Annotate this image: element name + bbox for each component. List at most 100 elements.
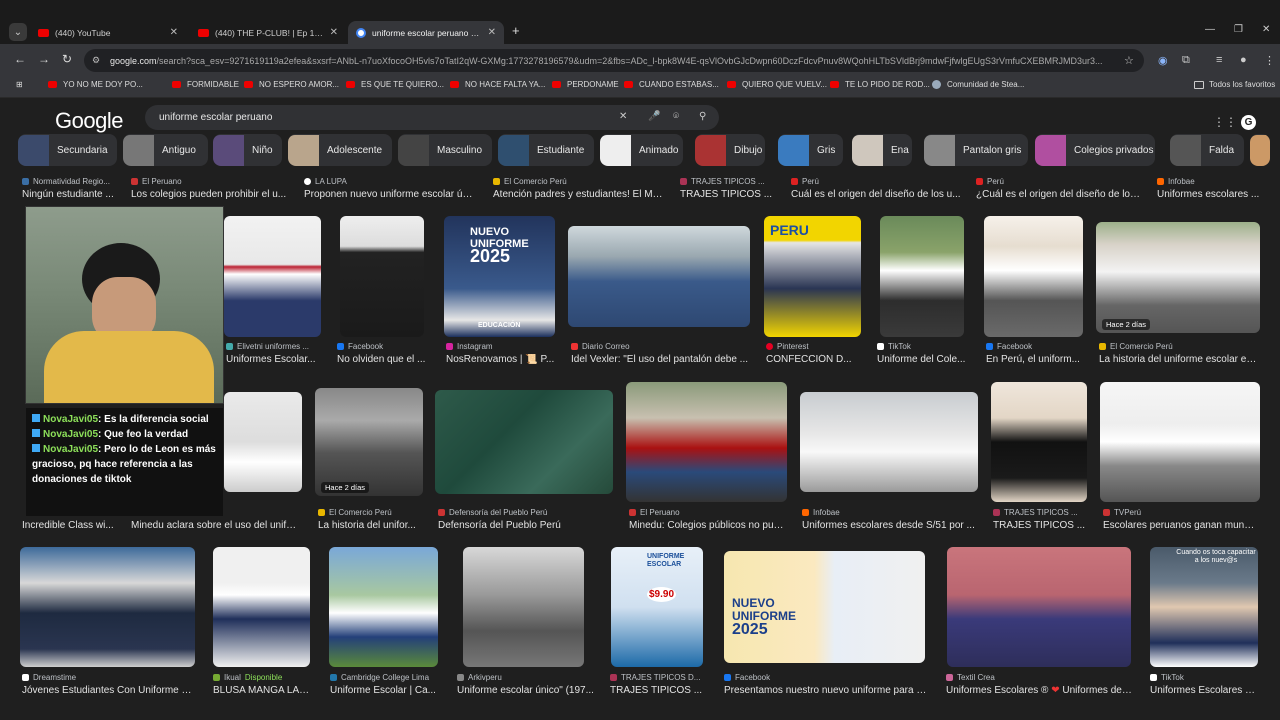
result-title[interactable]: TRAJES TIPICOS ... bbox=[993, 520, 1086, 531]
result-image[interactable] bbox=[340, 216, 424, 337]
menu-icon[interactable]: ⋮ bbox=[1264, 54, 1275, 67]
result-image[interactable] bbox=[947, 547, 1131, 667]
result-title[interactable]: Uniforme del Cole... bbox=[877, 354, 967, 365]
bookmark-star-icon[interactable]: ☆ bbox=[1124, 54, 1134, 67]
result-title[interactable]: En Perú, el uniform... bbox=[986, 354, 1084, 365]
result-title[interactable]: Los colegios pueden prohibir el u... bbox=[131, 189, 291, 200]
result-image[interactable]: Hace 2 días bbox=[1096, 222, 1260, 333]
chip-secundaria[interactable]: Secundaria bbox=[18, 134, 117, 166]
result-source[interactable]: Ikual Disponible bbox=[213, 673, 313, 682]
result-title[interactable]: Incredible Class wi... bbox=[22, 520, 122, 531]
result-title[interactable]: Uniformes Escolar... bbox=[226, 354, 321, 365]
result-source[interactable]: TikTok bbox=[877, 342, 967, 351]
result-source[interactable]: Pinterest bbox=[766, 342, 866, 351]
restore-icon[interactable]: ❐ bbox=[1234, 24, 1243, 35]
close-window-icon[interactable]: ✕ bbox=[1262, 24, 1270, 35]
result-title[interactable]: ¿Cuál es el origen del diseño de los... bbox=[976, 189, 1141, 200]
chip-falda[interactable]: Falda bbox=[1170, 134, 1244, 166]
media-icon[interactable]: ≡ bbox=[1216, 54, 1222, 66]
search-icon[interactable]: ⚲ bbox=[699, 111, 706, 122]
profile-icon[interactable]: ● bbox=[1240, 54, 1247, 66]
result-source[interactable]: TRAJES TIPICOS ... bbox=[993, 508, 1088, 517]
account-avatar[interactable]: G bbox=[1241, 115, 1256, 130]
result-source[interactable]: Perú bbox=[976, 177, 1146, 186]
result-source[interactable]: Facebook bbox=[724, 673, 924, 682]
chip-gris[interactable]: Gris bbox=[778, 134, 843, 166]
site-info-icon[interactable]: ⚙ bbox=[92, 55, 100, 66]
result-image[interactable] bbox=[626, 382, 787, 502]
bookmark-item[interactable]: CUANDO ESTABAS... bbox=[624, 80, 719, 89]
bookmark-item[interactable]: ES QUE TE QUIERO... bbox=[346, 80, 444, 89]
result-image[interactable] bbox=[1100, 382, 1260, 502]
result-image[interactable] bbox=[568, 226, 750, 327]
close-icon[interactable]: ✕ bbox=[330, 27, 338, 38]
result-source[interactable]: Elivetni uniformes ... bbox=[226, 342, 326, 351]
result-title[interactable]: Jóvenes Estudiantes Con Uniforme F... bbox=[22, 685, 192, 696]
chip-ena[interactable]: Ena bbox=[852, 134, 912, 166]
chip-dibujo[interactable]: Dibujo bbox=[695, 134, 765, 166]
result-image[interactable] bbox=[224, 216, 321, 337]
result-title[interactable]: Uniformes escolares ... bbox=[1157, 189, 1267, 200]
result-source[interactable]: Infobae bbox=[1157, 177, 1267, 186]
result-title[interactable]: Minedu aclara sobre el uso del unifor... bbox=[131, 520, 301, 531]
tab-search-dropdown-icon[interactable]: ⌄ bbox=[9, 23, 27, 41]
result-source[interactable]: Defensoría del Pueblo Perú bbox=[438, 508, 608, 517]
result-image[interactable] bbox=[800, 392, 978, 492]
result-source[interactable]: Textil Crea bbox=[946, 673, 1126, 682]
result-source[interactable]: TikTok bbox=[1150, 673, 1260, 682]
forward-icon[interactable]: → bbox=[38, 52, 50, 66]
result-source[interactable]: Perú bbox=[791, 177, 961, 186]
extension-icon[interactable]: ◉ bbox=[1158, 54, 1168, 67]
result-title[interactable]: Presentamos nuestro nuevo uniforme para … bbox=[724, 685, 927, 696]
result-image[interactable] bbox=[880, 216, 964, 337]
result-title[interactable]: Proponen nuevo uniforme escolar úni... bbox=[304, 189, 476, 200]
result-source[interactable]: TRAJES TIPICOS D... bbox=[610, 673, 705, 682]
tab-pclub[interactable]: (440) THE P-CLUB! | Ep 1: Desp ✕ bbox=[190, 21, 346, 44]
result-source[interactable]: Cambridge College Lima bbox=[330, 673, 440, 682]
chip-nino[interactable]: Niño bbox=[213, 134, 282, 166]
result-title[interactable]: Atención padres y estudiantes! El MI... bbox=[493, 189, 663, 200]
result-title[interactable]: Uniformes Escolares e... bbox=[1150, 685, 1258, 696]
apps-grid-icon[interactable]: ⊞ bbox=[16, 80, 23, 89]
bookmark-item[interactable]: PERDONAME bbox=[552, 80, 619, 89]
result-source[interactable]: Facebook bbox=[986, 342, 1086, 351]
result-source[interactable]: El Peruano bbox=[131, 177, 291, 186]
result-source[interactable]: LA LUPA bbox=[304, 177, 484, 186]
bookmark-item[interactable]: TE LO PIDO DE ROD... bbox=[830, 80, 930, 89]
result-source[interactable]: El Comercio Perú bbox=[318, 508, 418, 517]
result-image[interactable] bbox=[991, 382, 1087, 502]
clear-icon[interactable]: ✕ bbox=[619, 111, 627, 122]
result-image[interactable]: UNIFORME ESCOLAR $9.90 bbox=[611, 547, 703, 667]
result-title[interactable]: Uniformes escolares desde S/51 por ... bbox=[802, 520, 977, 531]
result-title[interactable]: Defensoría del Pueblo Perú bbox=[438, 520, 608, 531]
result-image[interactable]: PERU bbox=[764, 216, 861, 337]
microphone-icon[interactable]: 🎤 bbox=[648, 111, 660, 122]
result-title[interactable]: CONFECCIÓN D... bbox=[766, 354, 861, 365]
chip-more[interactable] bbox=[1250, 134, 1270, 166]
chip-estudiante[interactable]: Estudiante bbox=[498, 134, 594, 166]
result-image[interactable] bbox=[224, 392, 302, 492]
bookmark-item[interactable]: FORMIDABLE bbox=[172, 80, 239, 89]
result-image[interactable] bbox=[463, 547, 584, 667]
result-title[interactable]: BLUSA MANGA LAR... bbox=[213, 685, 310, 696]
chip-animado[interactable]: Animado bbox=[600, 134, 683, 166]
result-title[interactable]: La historia del uniforme escolar en... bbox=[1099, 354, 1259, 365]
result-source[interactable]: El Comercio Perú bbox=[1099, 342, 1259, 351]
google-logo[interactable]: Google bbox=[55, 108, 123, 134]
all-bookmarks[interactable]: Todos los favoritos bbox=[1194, 80, 1275, 89]
result-source[interactable]: Arkivperu bbox=[457, 673, 597, 682]
result-title[interactable]: Uniforme Escolar | Ca... bbox=[330, 685, 438, 696]
result-source[interactable]: Dreamstime bbox=[22, 673, 192, 682]
result-image[interactable]: Cuando os toca capacitar a los nuev@s bbox=[1150, 547, 1258, 667]
minimize-icon[interactable]: — bbox=[1205, 24, 1215, 35]
result-title[interactable]: NosRenovamos | 📜 P... bbox=[446, 354, 556, 365]
chip-pantalon-gris[interactable]: Pantalon gris bbox=[924, 134, 1028, 166]
bookmark-item[interactable]: NO HACE FALTA YA... bbox=[450, 80, 545, 89]
result-title[interactable]: Uniforme escolar único" (197... bbox=[457, 685, 597, 696]
address-bar[interactable]: google.com/search?sca_esv=9271619119a2ef… bbox=[84, 49, 1144, 72]
chip-colegios-privados[interactable]: Colegios privados bbox=[1035, 134, 1155, 166]
result-title[interactable]: Ningún estudiante ... bbox=[22, 189, 127, 200]
result-image[interactable] bbox=[329, 547, 438, 667]
result-source[interactable]: Facebook bbox=[337, 342, 427, 351]
result-image[interactable]: NUEVO UNIFORME 2025 EDUCACIÓN bbox=[444, 216, 555, 337]
